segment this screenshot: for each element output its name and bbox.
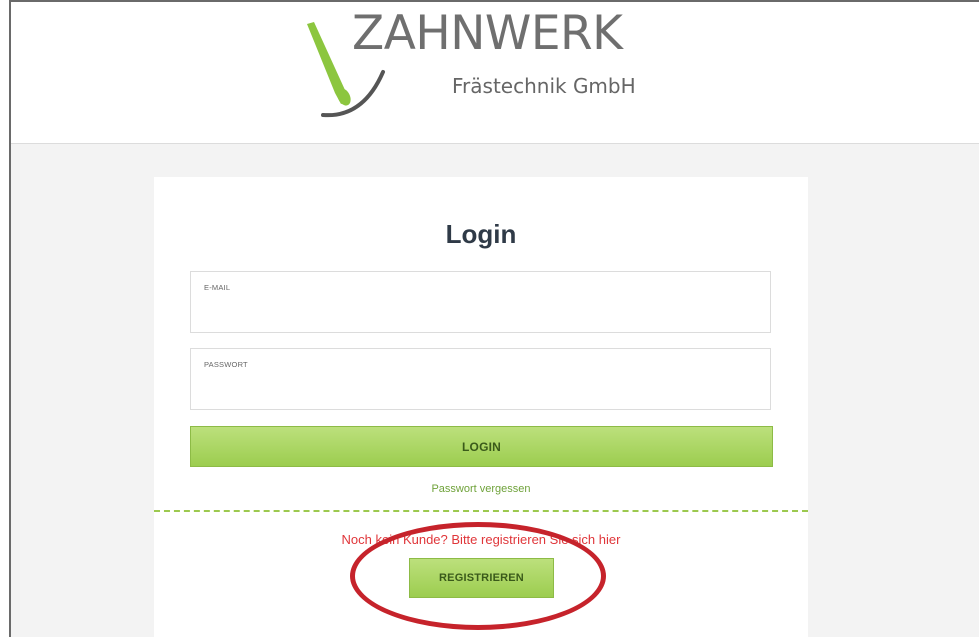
password-field[interactable]: PASSWORT [190, 348, 771, 410]
register-hint: Noch kein Kunde? Bitte registrieren Sie … [341, 532, 621, 547]
login-button[interactable]: LOGIN [190, 426, 773, 467]
brand-name: ZAHNWERK [352, 6, 623, 61]
email-input[interactable] [203, 296, 762, 328]
password-input[interactable] [203, 373, 762, 405]
site-header: ZAHNWERK Frästechnik GmbH [11, 2, 979, 144]
login-card: Login E-MAIL PASSWORT LOGIN Passwort ver… [154, 177, 808, 637]
brand-tagline: Frästechnik GmbH [452, 74, 636, 98]
password-label: PASSWORT [204, 360, 248, 369]
email-field[interactable]: E-MAIL [190, 271, 771, 333]
login-title: Login [445, 219, 517, 249]
forgot-password-link[interactable]: Passwort vergessen [154, 483, 808, 495]
register-button[interactable]: REGISTRIEREN [409, 558, 554, 598]
screenshot-margin [0, 0, 9, 637]
email-label: E-MAIL [204, 283, 231, 292]
section-divider [154, 510, 808, 512]
